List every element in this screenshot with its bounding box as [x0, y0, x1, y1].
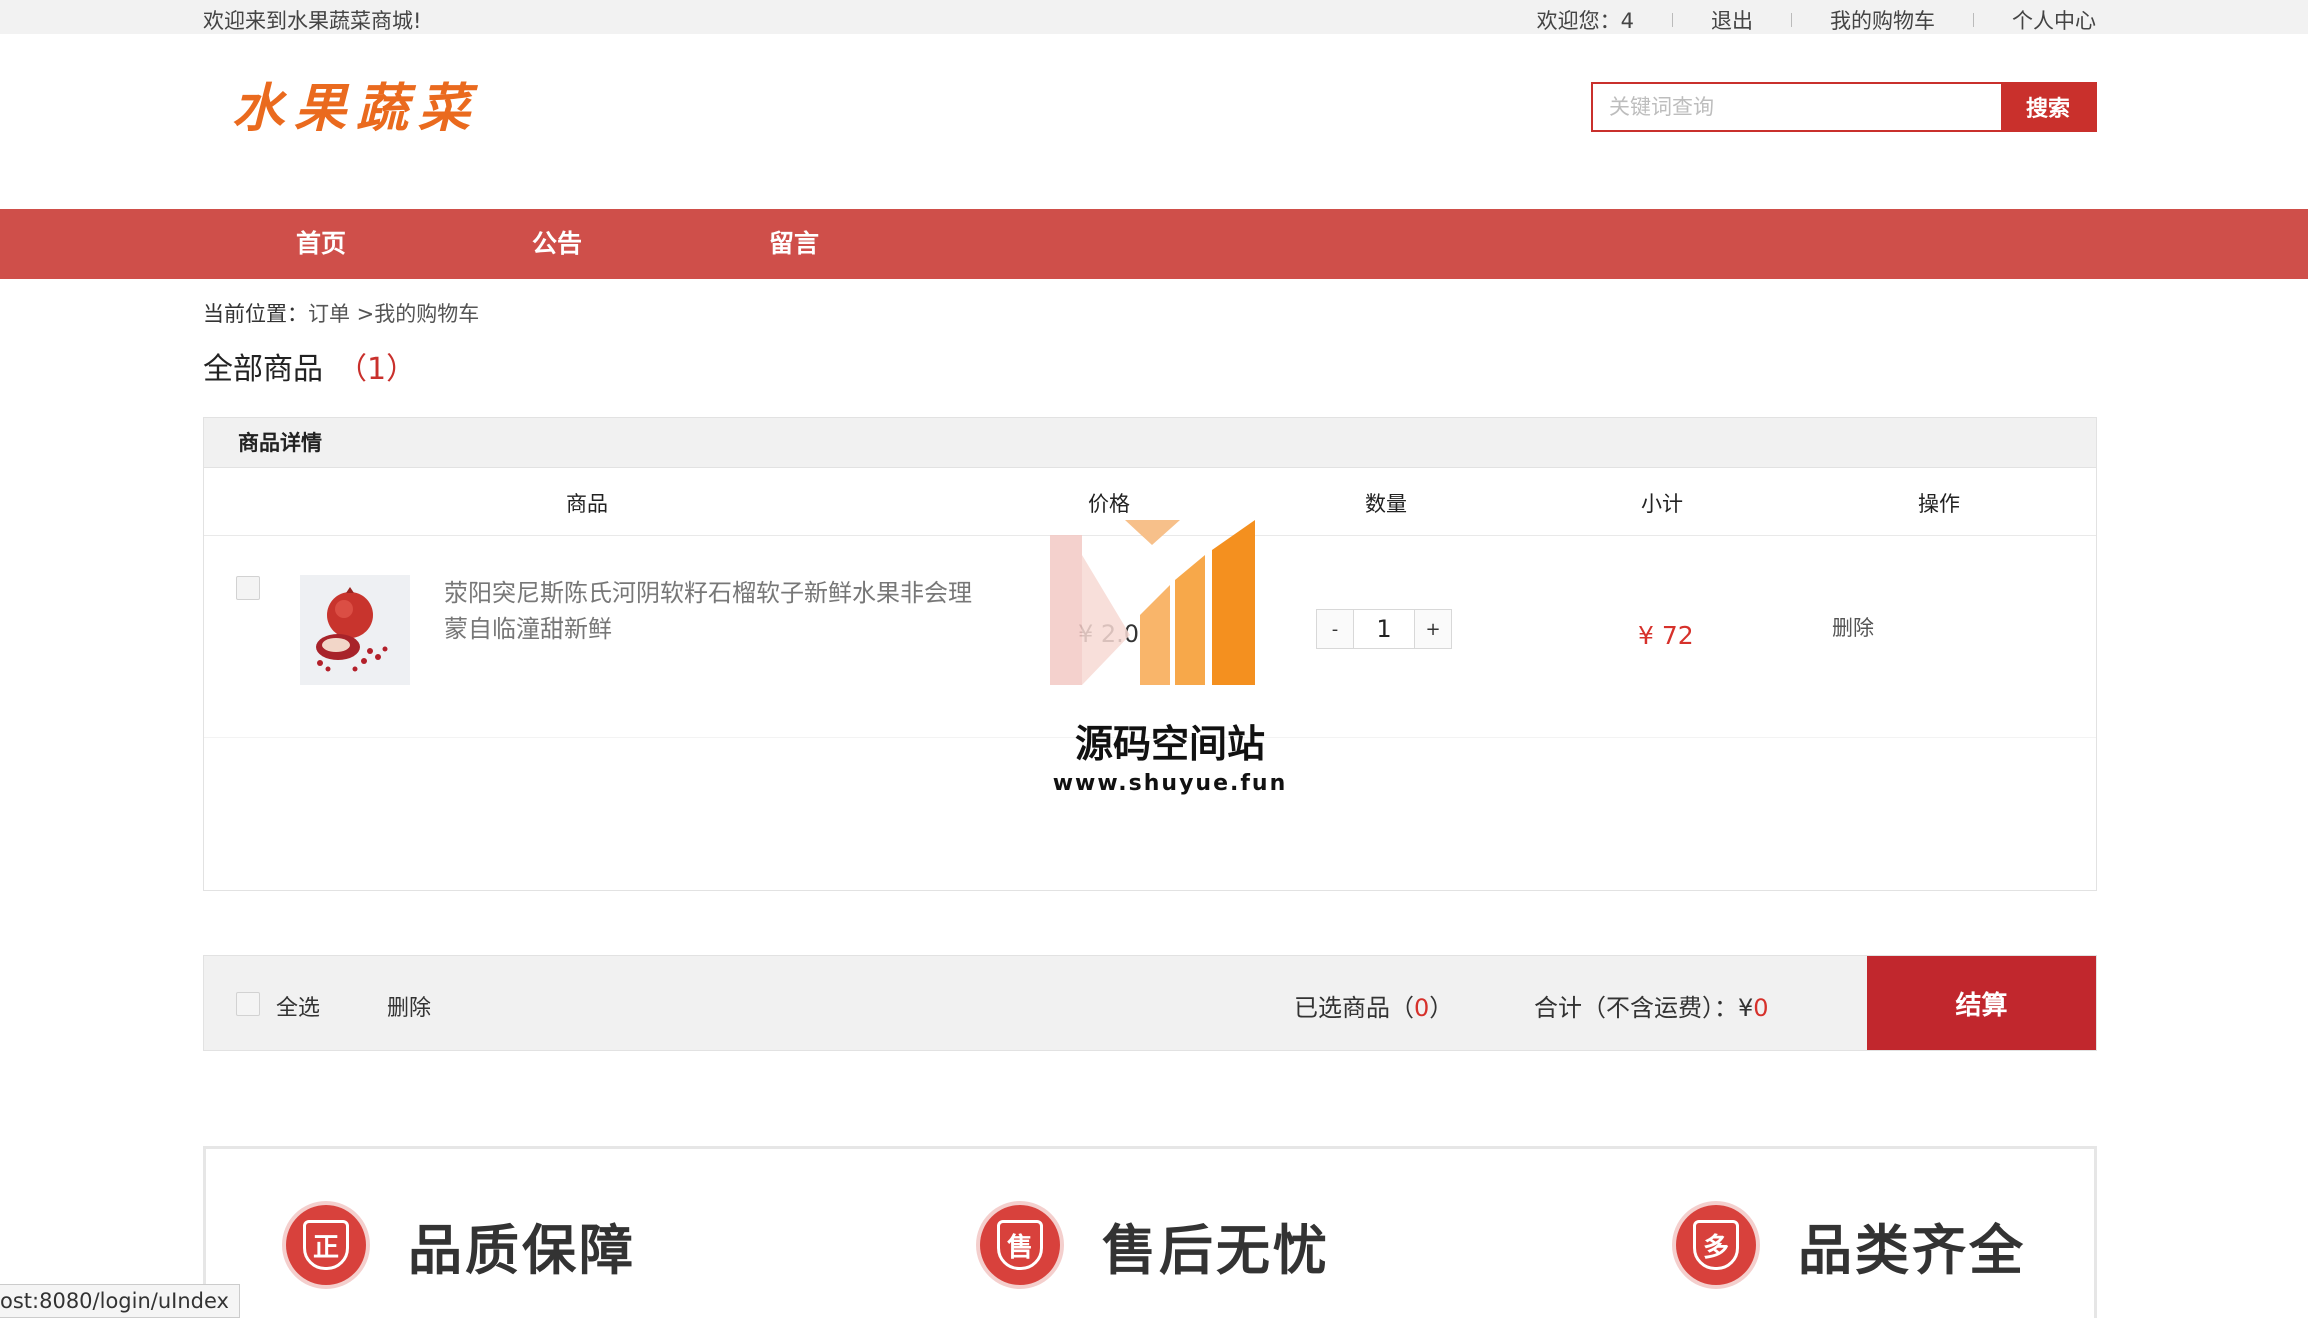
page-title: 全部商品 （1）	[203, 344, 416, 388]
user-greeting: 欢迎您：4	[1536, 9, 1634, 33]
page-title-text: 全部商品	[203, 352, 323, 387]
nav-item-announcement[interactable]: 公告	[532, 209, 582, 279]
column-header-action: 操作	[1918, 492, 1960, 516]
item-count: （1）	[337, 352, 417, 387]
logout-link[interactable]: 退出	[1711, 5, 1753, 35]
variety-badge-icon: 多	[1676, 1205, 1756, 1285]
quantity-increase-button[interactable]: +	[1414, 609, 1452, 649]
select-all-label[interactable]: 全选	[276, 990, 320, 1022]
breadcrumb-label: 当前位置：	[203, 302, 308, 326]
pomegranate-image	[300, 575, 410, 685]
after-sales-badge-icon: 售	[980, 1205, 1060, 1285]
breadcrumb-path[interactable]: 订单 >我的购物车	[308, 302, 479, 326]
guarantee-after-sales: 售 售后无忧	[980, 1205, 1330, 1285]
nav-item-home[interactable]: 首页	[296, 209, 346, 279]
search-button[interactable]: 搜索	[2001, 84, 2095, 130]
cart-footer-bar: 全选 删除 已选商品（0） 合计（不含运费）：¥0 结算	[203, 955, 2097, 1051]
divider	[1791, 13, 1792, 27]
search-input[interactable]	[1593, 84, 2001, 130]
selected-label: 已选商品（	[1294, 994, 1414, 1022]
guarantee-variety: 多 品类齐全	[1676, 1205, 2026, 1285]
selected-items-summary: 已选商品（0）	[1294, 988, 1453, 1023]
product-name[interactable]: 荥阳突尼斯陈氏河阴软籽石榴软子新鲜水果非会理蒙自临潼甜新鲜	[444, 575, 974, 647]
guarantee-variety-label: 品类齐全	[1798, 1218, 2026, 1282]
column-header-product: 商品	[566, 492, 608, 516]
delete-item-link[interactable]: 删除	[1832, 612, 1874, 642]
quantity-decrease-button[interactable]: -	[1316, 609, 1354, 649]
quantity-input[interactable]	[1354, 609, 1414, 649]
variety-badge-glyph: 多	[1693, 1220, 1739, 1270]
browser-status-url: ost:8080/login/uIndex	[0, 1284, 240, 1318]
total-label: 合计（不含运费）：	[1534, 994, 1738, 1022]
select-all-checkbox[interactable]	[236, 992, 260, 1016]
top-bar: 欢迎来到水果蔬菜商城! 欢迎您：4 退出 我的购物车 个人中心	[0, 0, 2308, 34]
profile-link[interactable]: 个人中心	[2012, 5, 2096, 35]
main-nav: 首页 公告 留言	[0, 209, 2308, 279]
guarantee-quality: 正 品质保障	[286, 1205, 636, 1285]
quality-badge-icon: 正	[286, 1205, 366, 1285]
search-box: 搜索	[1591, 82, 2097, 132]
total-summary: 合计（不含运费）：¥0	[1534, 988, 1769, 1023]
checkout-button[interactable]: 结算	[1867, 956, 2096, 1050]
column-header-quantity: 数量	[1365, 492, 1407, 516]
welcome-text: 欢迎来到水果蔬菜商城!	[203, 9, 422, 33]
total-value: 0	[1753, 994, 1769, 1022]
site-logo[interactable]: 水果蔬菜	[232, 66, 480, 141]
selected-count: 0	[1414, 994, 1430, 1022]
quality-badge-glyph: 正	[303, 1220, 349, 1270]
total-currency: ¥	[1738, 994, 1754, 1022]
watermark-logo	[1050, 520, 1255, 685]
breadcrumb: 当前位置：订单 >我的购物车	[203, 298, 479, 328]
top-links: 欢迎您：4 退出 我的购物车 个人中心	[1537, 5, 2096, 35]
item-checkbox[interactable]	[236, 576, 260, 600]
delete-selected-button[interactable]: 删除	[387, 990, 431, 1022]
guarantee-quality-label: 品质保障	[408, 1218, 636, 1282]
nav-item-message[interactable]: 留言	[769, 209, 819, 279]
guarantee-section: 正 品质保障 售 售后无忧 多 品类齐全	[203, 1146, 2097, 1318]
quantity-stepper: - +	[1316, 609, 1452, 649]
cart-section-title: 商品详情	[204, 418, 2096, 468]
my-cart-link[interactable]: 我的购物车	[1830, 5, 1935, 35]
after-sales-badge-glyph: 售	[997, 1220, 1043, 1270]
guarantee-after-sales-label: 售后无忧	[1102, 1218, 1330, 1282]
product-thumbnail[interactable]	[300, 575, 410, 685]
divider	[1672, 13, 1673, 27]
divider	[1973, 13, 1974, 27]
column-header-subtotal: 小计	[1641, 492, 1683, 516]
watermark-title: 源码空间站	[1074, 722, 1265, 766]
selected-suffix: ）	[1429, 994, 1454, 1022]
watermark-url: www.shuyue.fun	[1052, 771, 1288, 796]
watermark: 源码空间站 www.shuyue.fun	[1030, 515, 1310, 796]
item-subtotal: ¥ 72	[1638, 621, 1694, 650]
column-header-price: 价格	[1088, 492, 1130, 516]
